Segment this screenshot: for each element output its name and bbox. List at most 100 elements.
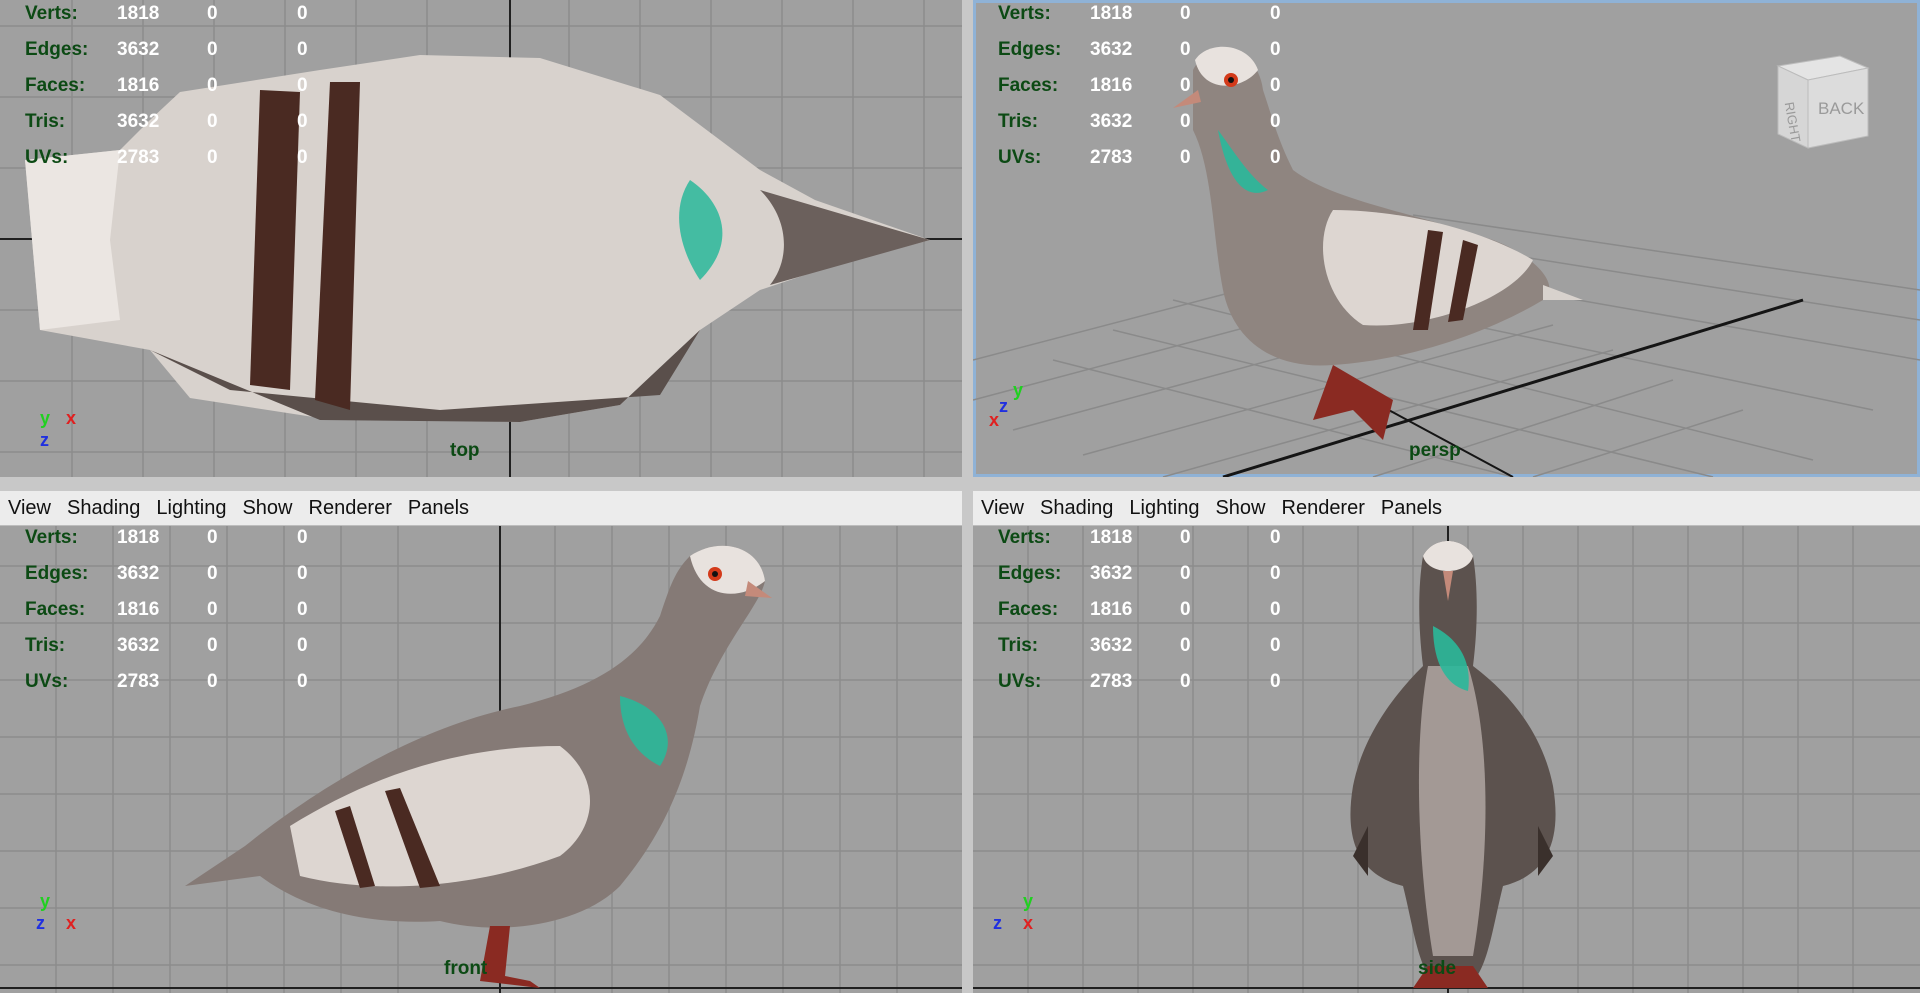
hud-label: UVs: (25, 147, 69, 168)
menu-shading[interactable]: Shading (1032, 497, 1121, 520)
menu-show[interactable]: Show (1207, 497, 1273, 520)
maya-four-view-layout: Verts: 1818 0 0 Edges: 3632 0 0 Faces: 1816 0 0 T… (0, 0, 1920, 993)
hud-value: 3632 (1090, 39, 1133, 60)
hud-value: 0 (207, 75, 218, 96)
axis-z-label: z (999, 396, 1008, 416)
hud-value: 0 (1180, 527, 1191, 548)
hud-value: 0 (1180, 671, 1191, 692)
viewport-menubar: View Shading Lighting Show Renderer Pane… (973, 491, 1920, 526)
hud-value: 0 (207, 39, 218, 60)
hud-value: 0 (1270, 671, 1281, 692)
menu-lighting[interactable]: Lighting (148, 497, 234, 520)
menu-shading[interactable]: Shading (59, 497, 148, 520)
pigeon-model (1350, 541, 1556, 988)
hud-value: 0 (1180, 39, 1191, 60)
viewport-top-pane: Verts: 1818 0 0 Edges: 3632 0 0 Faces: 1816 0 0 T… (0, 0, 962, 477)
hud-value: 1818 (1090, 3, 1133, 24)
axis-gizmo-icon: y z x (989, 380, 1055, 430)
hud-value: 0 (207, 671, 218, 692)
hud-value: 0 (1180, 563, 1191, 584)
viewcube-icon[interactable]: RIGHT BACK (1768, 48, 1878, 158)
hud-label: Edges: (25, 563, 89, 584)
hud-value: 3632 (1090, 635, 1133, 656)
pigeon-model (185, 545, 772, 988)
hud-value: 3632 (1090, 111, 1133, 132)
camera-name-label: side (1418, 958, 1457, 979)
hud-label: Tris: (998, 111, 1039, 132)
hud-value: 0 (297, 3, 308, 24)
camera-name-label: front (444, 958, 488, 979)
hud-label: Tris: (25, 111, 66, 132)
viewcube-back-face[interactable]: BACK (1818, 99, 1865, 118)
pigeon-model (1173, 46, 1583, 440)
axis-x-label: x (989, 410, 1000, 430)
axis-x-label: x (66, 408, 77, 428)
menu-panels[interactable]: Panels (1373, 497, 1450, 520)
hud-label: Verts: (998, 527, 1051, 548)
hud-value: 3632 (117, 39, 160, 60)
viewport-persp[interactable]: Verts: 1818 0 0 Edges: 3632 0 0 Faces: 1816 0 0 T… (973, 0, 1920, 477)
hud-value: 0 (1180, 75, 1191, 96)
hud-value: 1816 (1090, 75, 1133, 96)
viewport-persp-pane: Verts: 1818 0 0 Edges: 3632 0 0 Faces: 1816 0 0 T… (973, 0, 1920, 477)
menu-panels[interactable]: Panels (400, 497, 477, 520)
hud-value: 0 (1270, 635, 1281, 656)
viewport-top[interactable]: Verts: 1818 0 0 Edges: 3632 0 0 Faces: 1816 0 0 T… (0, 0, 962, 477)
menu-renderer[interactable]: Renderer (1274, 497, 1373, 520)
viewport-front[interactable]: Verts: 1818 0 0 Edges: 3632 0 0 Faces: 1816 0 0 T… (0, 526, 962, 993)
axis-x-label: x (1023, 913, 1034, 933)
hud-value: 0 (297, 75, 308, 96)
menu-renderer[interactable]: Renderer (301, 497, 400, 520)
hud-label: Faces: (998, 75, 1059, 96)
menu-view[interactable]: View (0, 497, 59, 520)
menu-lighting[interactable]: Lighting (1121, 497, 1207, 520)
hud-value: 0 (207, 599, 218, 620)
hud-label: Edges: (998, 563, 1062, 584)
hud-value: 0 (1180, 111, 1191, 132)
hud-label: UVs: (25, 671, 69, 692)
axis-z-label: z (36, 913, 45, 933)
hud-value: 0 (207, 147, 218, 168)
viewport-menubar: View Shading Lighting Show Renderer Pane… (0, 491, 962, 526)
hud-value: 0 (207, 563, 218, 584)
axis-y-label: y (1023, 891, 1034, 911)
hud-value: 0 (1270, 599, 1281, 620)
viewport-front-pane: View Shading Lighting Show Renderer Pane… (0, 491, 962, 993)
hud-value: 0 (1270, 75, 1281, 96)
hud-label: Edges: (998, 39, 1062, 60)
hud-value: 0 (297, 599, 308, 620)
hud-value: 3632 (117, 563, 160, 584)
hud-value: 3632 (1090, 563, 1133, 584)
hud-value: 1818 (1090, 527, 1133, 548)
hud-value: 0 (1180, 3, 1191, 24)
viewport-side[interactable]: Verts: 1818 0 0 Edges: 3632 0 0 Faces: 1816 0 0 T… (973, 526, 1920, 993)
hud-label: UVs: (998, 147, 1042, 168)
menu-view[interactable]: View (973, 497, 1032, 520)
pane-divider-vertical[interactable] (962, 0, 973, 993)
axis-y-label: y (40, 891, 51, 911)
hud-value: 2783 (117, 147, 160, 168)
hud-value: 0 (1180, 147, 1191, 168)
hud-value: 1816 (117, 75, 160, 96)
hud-value: 0 (297, 147, 308, 168)
hud-label: Verts: (25, 527, 78, 548)
hud-value: 2783 (1090, 147, 1133, 168)
hud-value: 0 (1270, 563, 1281, 584)
hud-value: 3632 (117, 111, 160, 132)
hud-value: 3632 (117, 635, 160, 656)
axis-gizmo-icon: y x z (38, 408, 98, 458)
axis-gizmo-icon: y z x (993, 891, 1053, 941)
hud-value: 0 (1270, 3, 1281, 24)
hud-value: 0 (297, 527, 308, 548)
axis-z-label: z (40, 430, 49, 450)
hud-value: 1818 (117, 527, 160, 548)
pigeon-model (25, 55, 930, 422)
hud-value: 0 (207, 527, 218, 548)
hud-label: Tris: (25, 635, 66, 656)
menu-show[interactable]: Show (234, 497, 300, 520)
hud-value: 0 (1270, 527, 1281, 548)
viewport-side-pane: View Shading Lighting Show Renderer Pane… (973, 491, 1920, 993)
axis-z-label: z (993, 913, 1002, 933)
pane-divider-horizontal[interactable] (0, 477, 1920, 491)
hud-value: 0 (1270, 111, 1281, 132)
